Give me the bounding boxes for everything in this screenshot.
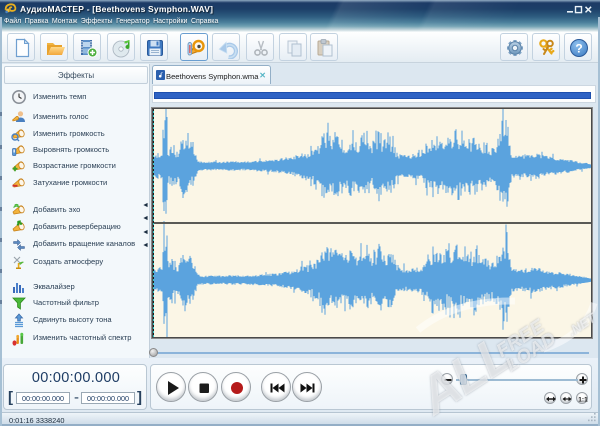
svg-text:?: ?	[575, 42, 582, 56]
svg-text:1:1: 1:1	[578, 396, 588, 403]
